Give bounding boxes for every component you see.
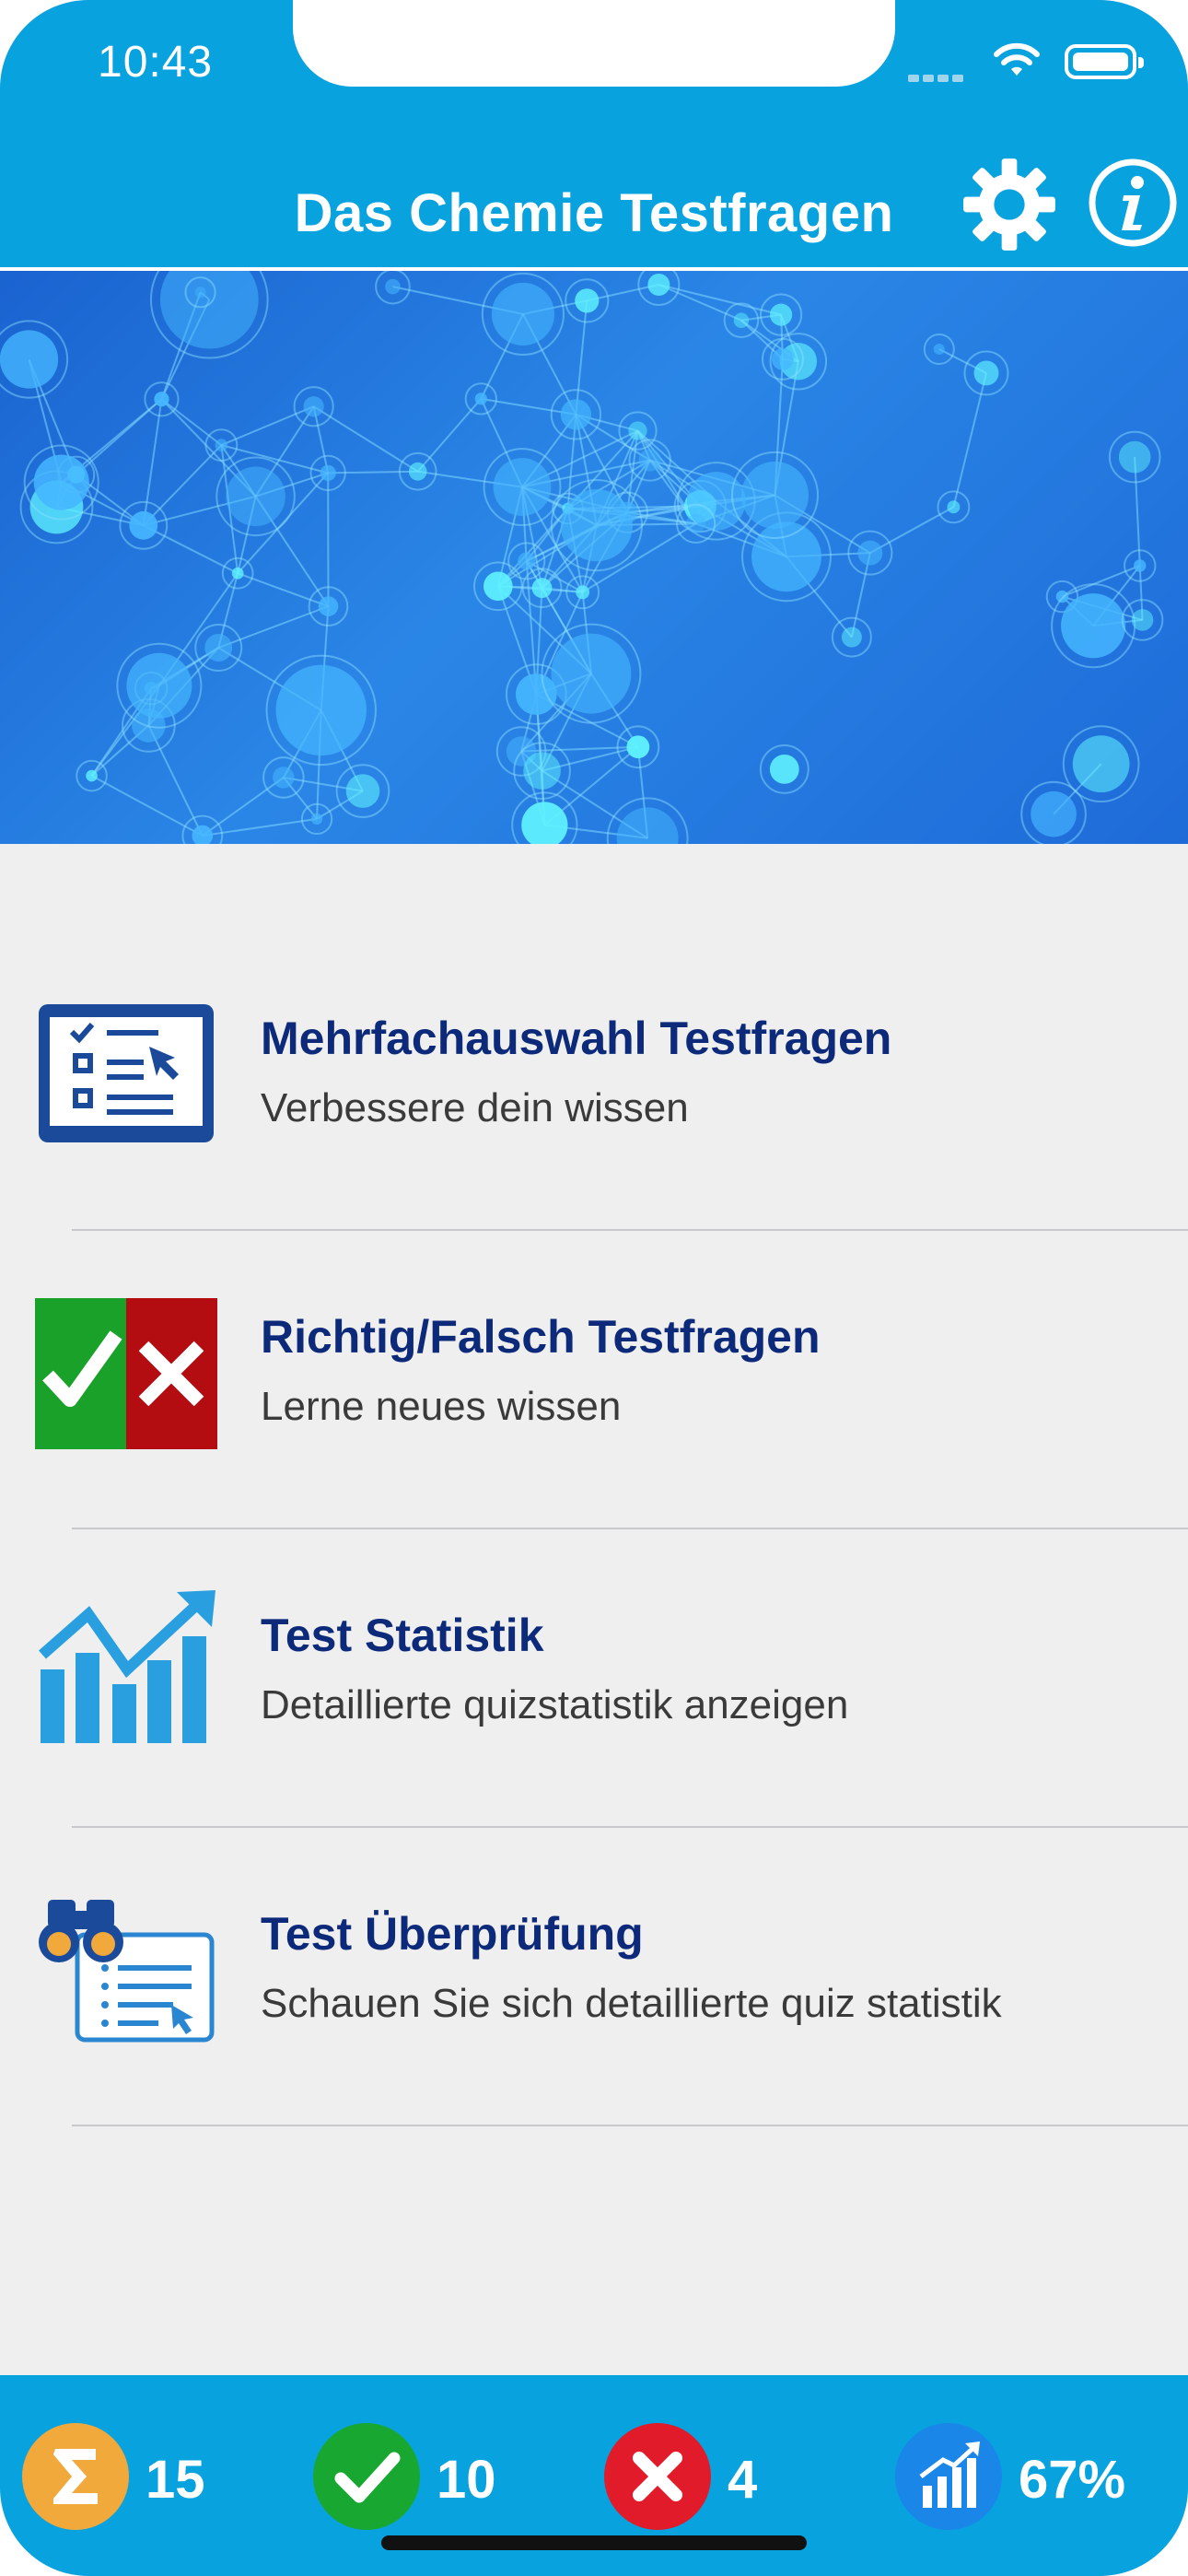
menu-item-subtitle: Detaillierte quizstatistik anzeigen <box>261 1682 849 1727</box>
info-icon[interactable] <box>1087 157 1179 249</box>
correct-count: 10 <box>437 2450 496 2510</box>
menu-item-subtitle: Lerne neues wissen <box>261 1384 622 1429</box>
true-false-icon <box>35 1298 217 1449</box>
menu-item-review[interactable]: Test Überprüfung Schauen Sie sich detail… <box>0 1828 1188 2125</box>
menu-item-title: Test Überprüfung <box>261 1908 644 1960</box>
app-screen: 10:43 Das Chemie Testfragen Mehrfachausw… <box>0 0 1188 2576</box>
menu-item-subtitle: Verbessere dein wissen <box>261 1085 689 1130</box>
battery-icon <box>1065 44 1144 79</box>
menu-item-true-false[interactable]: Richtig/Falsch Testfragen Lerne neues wi… <box>0 1231 1188 1528</box>
menu-item-multiple-choice[interactable]: Mehrfachauswahl Testfragen Verbessere de… <box>0 921 1188 1218</box>
total-count: 15 <box>146 2450 205 2510</box>
close-icon <box>604 2423 711 2530</box>
checklist-icon <box>39 1004 214 1142</box>
wrong-count: 4 <box>728 2450 758 2510</box>
menu-item-title: Richtig/Falsch Testfragen <box>261 1311 821 1363</box>
navigation-bar: 10:43 Das Chemie Testfragen <box>0 0 1188 271</box>
gear-icon[interactable] <box>961 157 1057 252</box>
divider <box>72 2125 1188 2126</box>
menu-item-title: Test Statistik <box>261 1610 544 1661</box>
wifi-icon <box>994 42 1040 76</box>
statistics-icon <box>39 1590 215 1743</box>
sigma-icon <box>22 2423 129 2530</box>
home-indicator <box>381 2535 807 2550</box>
check-icon <box>313 2423 420 2530</box>
chart-icon <box>895 2423 1002 2530</box>
molecule-network-image <box>0 271 1164 844</box>
percent-correct: 67% <box>1019 2450 1126 2510</box>
menu-item-title: Mehrfachauswahl Testfragen <box>261 1013 892 1064</box>
status-time: 10:43 <box>98 38 214 87</box>
menu-item-subtitle: Schauen Sie sich detaillierte quiz stati… <box>261 1981 1002 2026</box>
menu-item-statistics[interactable]: Test Statistik Detaillierte quizstatisti… <box>0 1529 1188 1826</box>
review-icon <box>39 1900 215 2043</box>
device-notch <box>293 0 895 87</box>
signal-icon <box>908 70 967 87</box>
molecule-banner <box>0 271 1188 844</box>
